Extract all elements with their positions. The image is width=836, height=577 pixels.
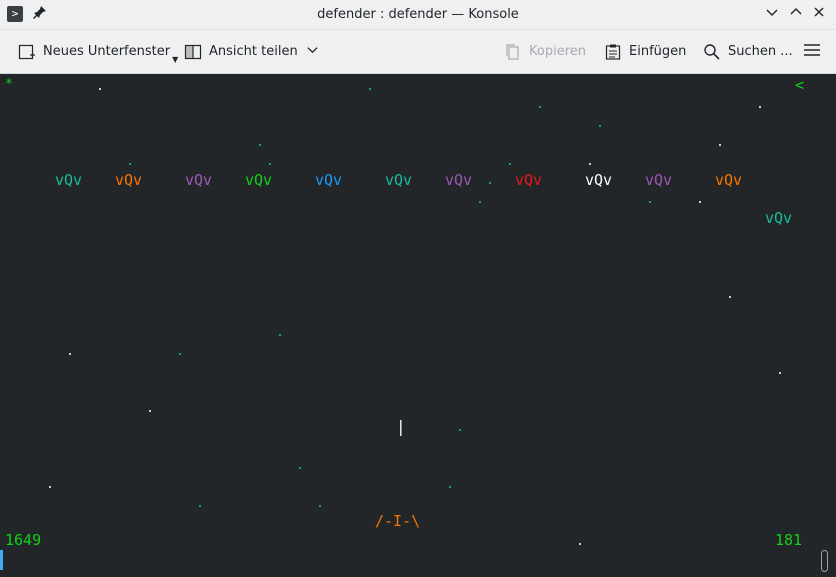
star [259, 144, 261, 146]
new-tab-button[interactable]: Neues Unterfenster ▼ [18, 30, 179, 73]
star [279, 334, 281, 336]
title-bar[interactable]: > defender : defender — Konsole [0, 0, 836, 30]
enemy-ship: vQv [715, 171, 743, 189]
star [509, 163, 511, 165]
star [319, 505, 321, 507]
corner-marker-left: * [5, 77, 13, 92]
paste-label: Einfügen [629, 44, 687, 59]
star [699, 201, 701, 203]
maximize-button[interactable] [787, 5, 805, 23]
star [149, 410, 151, 412]
scrollbar-handle[interactable] [821, 550, 828, 572]
chevron-down-icon [766, 9, 778, 16]
enemy-ship: vQv [115, 171, 143, 189]
counter-display: 181 [775, 531, 803, 549]
copy-button[interactable]: Kopieren [504, 30, 586, 73]
toolbar: Neues Unterfenster ▼ Ansicht teilen Kopi… [0, 30, 836, 74]
enemy-ship: vQv [385, 171, 413, 189]
window-title: defender : defender — Konsole [317, 7, 519, 22]
search-label: Suchen ... [728, 44, 793, 59]
laser-shot: | [396, 417, 406, 436]
konsole-window: > defender : defender — Konsole Neues Un… [0, 0, 836, 577]
enemy-ship: vQv [445, 171, 473, 189]
star [459, 429, 461, 431]
search-icon [703, 43, 721, 61]
copy-label: Kopieren [529, 44, 586, 59]
dropdown-arrow-icon: ▼ [172, 55, 179, 64]
corner-marker-right: < [795, 76, 805, 94]
star [539, 106, 541, 108]
star [99, 88, 101, 90]
chevron-down-icon [307, 44, 318, 59]
close-icon [814, 7, 824, 17]
star [479, 201, 481, 203]
enemy-ship: vQv [55, 171, 83, 189]
chevron-up-icon [790, 8, 802, 15]
new-tab-label: Neues Unterfenster [43, 44, 171, 59]
enemy-ship: vQv [585, 171, 613, 189]
close-button[interactable] [810, 5, 828, 23]
star [49, 486, 51, 488]
star [589, 163, 591, 165]
star [299, 467, 301, 469]
star [649, 201, 651, 203]
enemy-ship: vQv [315, 171, 343, 189]
star [759, 106, 761, 108]
score-display: 1649 [5, 531, 42, 549]
enemy-ship: vQv [185, 171, 213, 189]
hamburger-menu-icon [803, 41, 821, 63]
enemy-ship: vQv [645, 171, 673, 189]
star [369, 88, 371, 90]
star [489, 182, 491, 184]
search-button[interactable]: Suchen ... [703, 30, 793, 73]
star [129, 163, 131, 165]
copy-icon [504, 43, 522, 61]
star [449, 486, 451, 488]
minimize-button[interactable] [763, 5, 781, 23]
star [269, 163, 271, 165]
star [719, 144, 721, 146]
split-view-label: Ansicht teilen [209, 44, 298, 59]
star [69, 353, 71, 355]
split-view-icon [184, 43, 202, 61]
new-tab-icon [18, 43, 36, 61]
star [779, 372, 781, 374]
star [729, 296, 731, 298]
terminal-marker [0, 550, 3, 570]
enemy-ship: vQv [515, 171, 543, 189]
enemy-ship: vQv [765, 209, 793, 227]
star [199, 505, 201, 507]
paste-icon [604, 43, 622, 61]
player-ship: /-I-\ [375, 512, 421, 530]
paste-button[interactable]: Einfügen [604, 30, 686, 73]
enemy-ship: vQv [245, 171, 273, 189]
terminal-view[interactable]: * < 1649 181 /-I-\ | vQv vQv vQv vQv vQv… [1, 74, 835, 577]
star [579, 543, 581, 545]
split-view-button[interactable]: Ansicht teilen [184, 30, 318, 73]
star [179, 353, 181, 355]
star [599, 125, 601, 127]
hamburger-menu-button[interactable] [803, 30, 821, 73]
